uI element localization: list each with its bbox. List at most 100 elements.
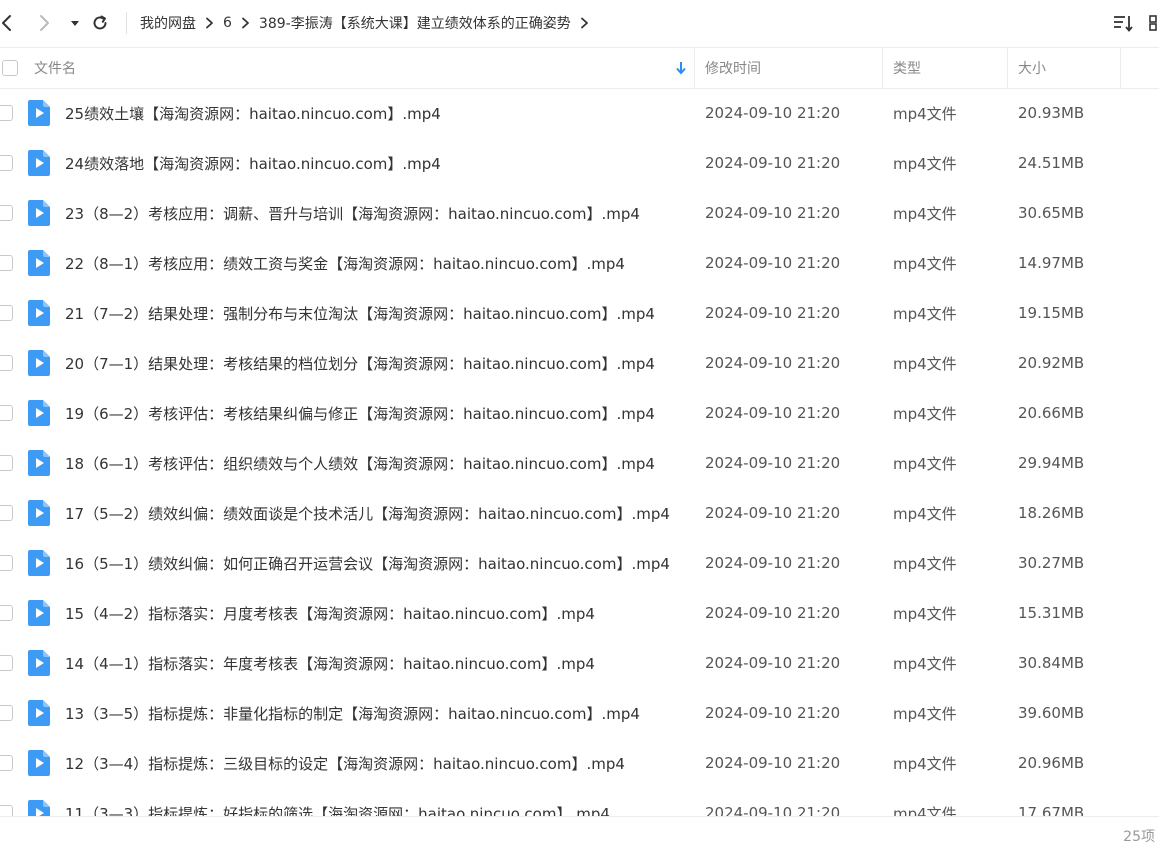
row-checkbox[interactable] (0, 755, 13, 771)
toolbar: 我的网盘 6 389-李振涛【系统大课】建立绩效体系的正确姿势 (0, 0, 1159, 46)
status-bar: 25项 (0, 816, 1159, 855)
file-type: mp4文件 (893, 654, 957, 673)
history-dropdown-button[interactable] (64, 11, 86, 35)
select-all-checkbox[interactable] (2, 60, 18, 76)
chevron-right-icon (241, 17, 250, 29)
row-checkbox[interactable] (0, 555, 13, 571)
file-size: 15.31MB (1018, 604, 1085, 622)
file-mtime: 2024-09-10 21:20 (705, 504, 841, 522)
row-checkbox[interactable] (0, 405, 13, 421)
column-divider[interactable] (694, 48, 695, 88)
file-name[interactable]: 18（6—1）考核评估：组织绩效与个人绩效【海淘资源网：haitao.nincu… (65, 438, 655, 488)
file-name[interactable]: 25绩效土壤【海淘资源网：haitao.nincuo.com】.mp4 (65, 88, 441, 138)
column-header-mtime[interactable]: 修改时间 (705, 48, 761, 88)
row-checkbox[interactable] (0, 505, 13, 521)
column-divider[interactable] (1120, 48, 1121, 88)
file-size: 24.51MB (1018, 154, 1085, 172)
file-size: 20.93MB (1018, 104, 1085, 122)
file-mtime: 2024-09-10 21:20 (705, 604, 841, 622)
refresh-button[interactable] (89, 11, 111, 35)
row-checkbox[interactable] (0, 655, 13, 671)
sort-button[interactable] (1112, 12, 1134, 38)
table-row[interactable]: 12（3—4）指标提炼：三级目标的设定【海淘资源网：haitao.nincuo.… (0, 738, 1159, 788)
file-name[interactable]: 19（6—2）考核评估：考核结果纠偏与修正【海淘资源网：haitao.nincu… (65, 388, 655, 438)
table-row[interactable]: 20（7—1）结果处理：考核结果的档位划分【海淘资源网：haitao.nincu… (0, 338, 1159, 388)
file-name[interactable]: 21（7—2）结果处理：强制分布与末位淘汰【海淘资源网：haitao.nincu… (65, 288, 655, 338)
table-row[interactable]: 18（6—1）考核评估：组织绩效与个人绩效【海淘资源网：haitao.nincu… (0, 438, 1159, 488)
file-name[interactable]: 14（4—1）指标落实：年度考核表【海淘资源网：haitao.nincuo.co… (65, 638, 595, 688)
row-checkbox[interactable] (0, 155, 13, 171)
row-checkbox[interactable] (0, 305, 13, 321)
table-row[interactable]: 19（6—2）考核评估：考核结果纠偏与修正【海淘资源网：haitao.nincu… (0, 388, 1159, 438)
file-type: mp4文件 (893, 404, 957, 423)
column-header-type[interactable]: 类型 (893, 48, 921, 88)
breadcrumb-item-current[interactable]: 389-李振涛【系统大课】建立绩效体系的正确姿势 (259, 13, 571, 33)
table-row[interactable]: 21（7—2）结果处理：强制分布与末位淘汰【海淘资源网：haitao.nincu… (0, 288, 1159, 338)
video-file-icon (28, 600, 50, 626)
file-name[interactable]: 17（5—2）绩效纠偏：绩效面谈是个技术活儿【海淘资源网：haitao.ninc… (65, 488, 670, 538)
table-row[interactable]: 16（5—1）绩效纠偏：如何正确召开运营会议【海淘资源网：haitao.ninc… (0, 538, 1159, 588)
row-checkbox[interactable] (0, 255, 13, 271)
table-row[interactable]: 13（3—5）指标提炼：非量化指标的制定【海淘资源网：haitao.nincuo… (0, 688, 1159, 738)
file-size: 20.66MB (1018, 404, 1085, 422)
column-header-name[interactable]: 文件名 (34, 48, 76, 88)
file-name[interactable]: 15（4—2）指标落实：月度考核表【海淘资源网：haitao.nincuo.co… (65, 588, 595, 638)
table-row[interactable]: 15（4—2）指标落实：月度考核表【海淘资源网：haitao.nincuo.co… (0, 588, 1159, 638)
file-name[interactable]: 23（8—2）考核应用：调薪、晋升与培训【海淘资源网：haitao.nincuo… (65, 188, 640, 238)
file-mtime: 2024-09-10 21:20 (705, 754, 841, 772)
column-divider[interactable] (1007, 48, 1008, 88)
file-name[interactable]: 13（3—5）指标提炼：非量化指标的制定【海淘资源网：haitao.nincuo… (65, 688, 640, 738)
file-name[interactable]: 24绩效落地【海淘资源网：haitao.nincuo.com】.mp4 (65, 138, 441, 188)
breadcrumb: 我的网盘 6 389-李振涛【系统大课】建立绩效体系的正确姿势 (140, 0, 598, 46)
table-row[interactable]: 17（5—2）绩效纠偏：绩效面谈是个技术活儿【海淘资源网：haitao.ninc… (0, 488, 1159, 538)
breadcrumb-item-root[interactable]: 我的网盘 (140, 13, 196, 33)
column-header-size[interactable]: 大小 (1018, 48, 1046, 88)
file-name[interactable]: 16（5—1）绩效纠偏：如何正确召开运营会议【海淘资源网：haitao.ninc… (65, 538, 670, 588)
file-name[interactable]: 22（8—1）考核应用：绩效工资与奖金【海淘资源网：haitao.nincuo.… (65, 238, 625, 288)
sort-direction[interactable] (675, 48, 687, 88)
breadcrumb-item-folder[interactable]: 6 (223, 15, 232, 31)
video-file-icon (28, 350, 50, 376)
column-divider[interactable] (882, 48, 883, 88)
view-mode-button[interactable] (1148, 12, 1159, 38)
file-size: 20.96MB (1018, 754, 1085, 772)
file-size: 29.94MB (1018, 454, 1085, 472)
video-file-icon (28, 500, 50, 526)
sort-list-icon (1114, 16, 1133, 32)
file-mtime: 2024-09-10 21:20 (705, 354, 841, 372)
table-row[interactable]: 23（8—2）考核应用：调薪、晋升与培训【海淘资源网：haitao.nincuo… (0, 188, 1159, 238)
item-count: 25项 (1123, 829, 1155, 845)
video-file-icon (28, 800, 50, 816)
row-checkbox[interactable] (0, 705, 13, 721)
file-mtime: 2024-09-10 21:20 (705, 204, 841, 222)
row-checkbox[interactable] (0, 105, 13, 121)
video-file-icon (28, 200, 50, 226)
file-name[interactable]: 20（7—1）结果处理：考核结果的档位划分【海淘资源网：haitao.nincu… (65, 338, 655, 388)
video-file-icon (28, 300, 50, 326)
forward-button[interactable] (33, 11, 55, 35)
caret-down-icon (71, 21, 79, 26)
row-checkbox[interactable] (0, 355, 13, 371)
video-file-icon (28, 650, 50, 676)
file-type: mp4文件 (893, 704, 957, 723)
chevron-right-icon[interactable] (580, 17, 589, 29)
file-mtime: 2024-09-10 21:20 (705, 704, 841, 722)
file-size: 30.84MB (1018, 654, 1085, 672)
arrow-down-icon (676, 62, 686, 75)
file-name[interactable]: 12（3—4）指标提炼：三级目标的设定【海淘资源网：haitao.nincuo.… (65, 738, 625, 788)
file-size: 20.92MB (1018, 354, 1085, 372)
table-row[interactable]: 25绩效土壤【海淘资源网：haitao.nincuo.com】.mp4 2024-… (0, 88, 1159, 138)
table-row[interactable]: 11（3—3）指标提炼：好指标的筛选【海淘资源网：haitao.nincuo.c… (0, 788, 1159, 816)
video-file-icon (28, 400, 50, 426)
table-row[interactable]: 24绩效落地【海淘资源网：haitao.nincuo.com】.mp4 2024-… (0, 138, 1159, 188)
table-row[interactable]: 22（8—1）考核应用：绩效工资与奖金【海淘资源网：haitao.nincuo.… (0, 238, 1159, 288)
video-file-icon (28, 450, 50, 476)
back-button[interactable] (0, 11, 18, 35)
video-file-icon (28, 550, 50, 576)
row-checkbox[interactable] (0, 805, 13, 816)
table-row[interactable]: 14（4—1）指标落实：年度考核表【海淘资源网：haitao.nincuo.co… (0, 638, 1159, 688)
file-name[interactable]: 11（3—3）指标提炼：好指标的筛选【海淘资源网：haitao.nincuo.c… (65, 788, 610, 817)
row-checkbox[interactable] (0, 455, 13, 471)
row-checkbox[interactable] (0, 605, 13, 621)
row-checkbox[interactable] (0, 205, 13, 221)
